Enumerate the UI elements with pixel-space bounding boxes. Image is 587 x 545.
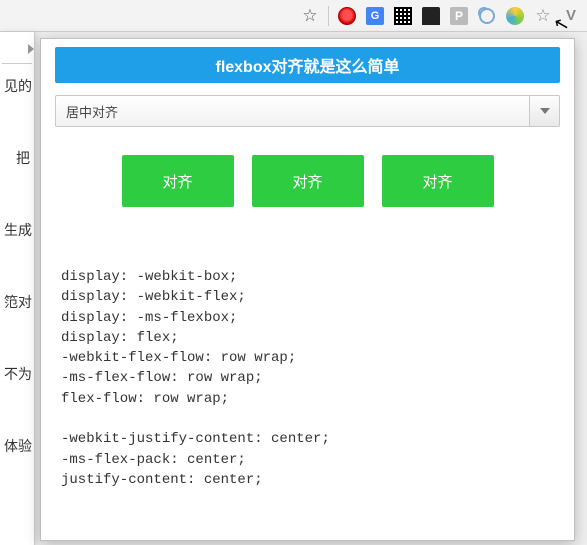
address-bar-fragment <box>2 40 32 64</box>
demo-box-label: 对齐 <box>162 171 192 192</box>
alignment-select[interactable]: 居中对齐 <box>55 95 560 127</box>
demo-box: 对齐 <box>252 155 364 207</box>
page-text-fragment: 把 <box>0 146 34 170</box>
alignment-select-toggle[interactable] <box>530 95 560 127</box>
bookmark-star-icon[interactable]: ☆ <box>300 6 320 26</box>
browser-toolbar: ☆ G P ☆ V <box>0 0 587 32</box>
page-text-fragment: 笵对 <box>0 290 34 314</box>
opera-icon[interactable] <box>337 6 357 26</box>
flex-demo-area: 对齐 对齐 对齐 <box>55 155 560 207</box>
page-text-fragment: 生成 <box>0 218 34 242</box>
chevron-down-icon <box>540 106 550 116</box>
demo-box: 对齐 <box>122 155 234 207</box>
qr-code-icon[interactable] <box>393 6 413 26</box>
swirl-extension-icon[interactable] <box>505 6 525 26</box>
v-extension-icon[interactable]: V <box>561 6 581 26</box>
star-extension-icon[interactable]: ☆ <box>533 6 553 26</box>
extension-popup-panel: flexbox对齐就是这么简单 居中对齐 对齐 对齐 对齐 display: -… <box>40 38 575 541</box>
page-left-strip: 见的 把 生成 笵对 不为 体验 <box>0 32 35 545</box>
css-code-output: display: -webkit-box; display: -webkit-f… <box>55 267 560 490</box>
panel-title: flexbox对齐就是这么简单 <box>55 47 560 83</box>
demo-box-label: 对齐 <box>292 171 322 192</box>
toolbar-separator <box>328 6 329 26</box>
demo-box-label: 对齐 <box>422 171 452 192</box>
google-translate-icon[interactable]: G <box>365 6 385 26</box>
cat-extension-icon[interactable] <box>421 6 441 26</box>
page-text-fragment: 体验 <box>0 434 34 458</box>
page-text-fragment: 不为 <box>0 362 34 386</box>
alignment-select-value[interactable]: 居中对齐 <box>55 95 530 127</box>
p-extension-icon[interactable]: P <box>449 6 469 26</box>
moon-extension-icon[interactable] <box>477 6 497 26</box>
page-text-fragment: 见的 <box>0 74 34 98</box>
demo-box: 对齐 <box>382 155 494 207</box>
